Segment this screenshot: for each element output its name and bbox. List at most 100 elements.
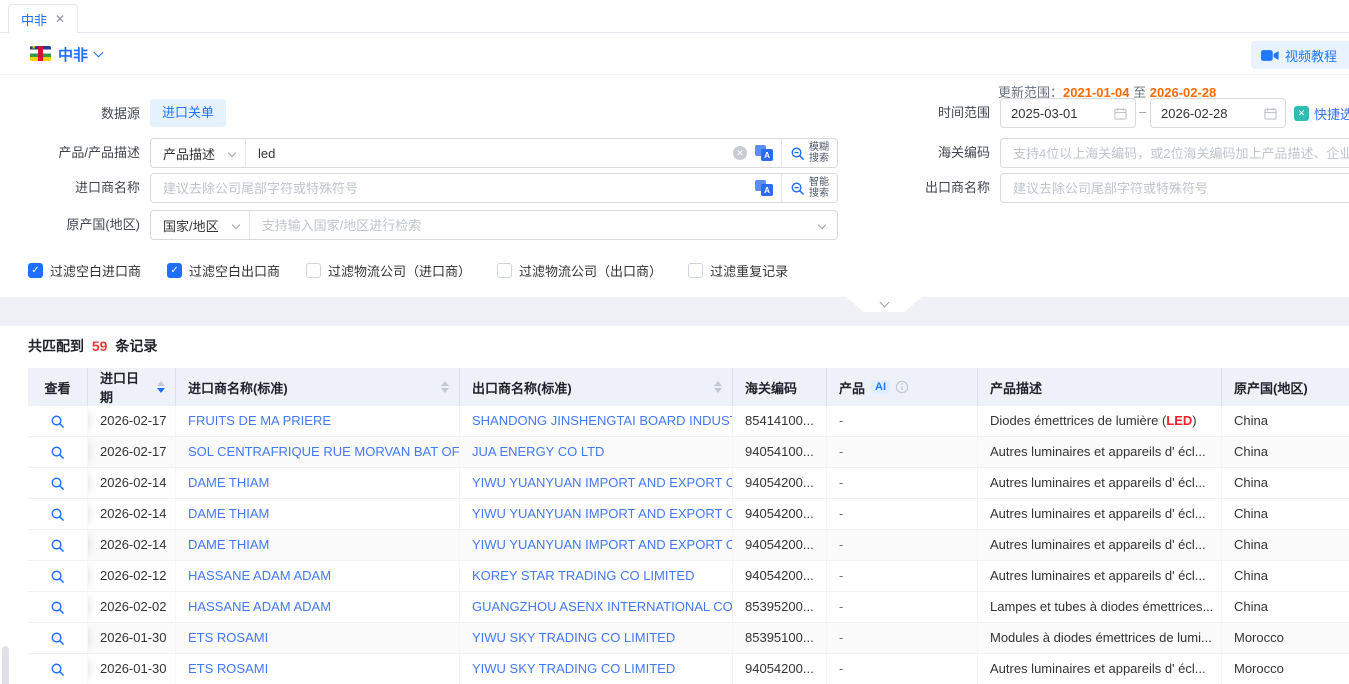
view-cell[interactable] xyxy=(28,623,88,653)
view-magnifier-icon[interactable] xyxy=(50,445,65,460)
sort-icon[interactable] xyxy=(157,381,165,393)
col-header-importer[interactable]: 进口商名称(标准) xyxy=(176,368,460,406)
translate-icon[interactable]: A xyxy=(755,180,773,196)
exporter-link[interactable]: YIWU YUANYUAN IMPORT AND EXPORT C... xyxy=(460,530,733,560)
country-selector-label[interactable]: 中非 xyxy=(58,44,88,65)
view-cell[interactable] xyxy=(28,530,88,560)
results-summary: 共匹配到 59 条记录 xyxy=(28,336,157,356)
view-cell[interactable] xyxy=(28,561,88,591)
importer-link[interactable]: HASSANE ADAM ADAM xyxy=(176,561,460,591)
hs-code-label: 海关编码 xyxy=(850,138,990,168)
importer-link[interactable]: ETS ROSAMI xyxy=(176,654,460,684)
sort-icon[interactable] xyxy=(714,381,722,393)
desc-text: Autres luminaires et appareils d' écl... xyxy=(990,444,1206,459)
exporter-link[interactable]: YIWU YUANYUAN IMPORT AND EXPORT C... xyxy=(460,468,733,498)
time-range-end-value: 2026-02-28 xyxy=(1161,106,1258,121)
view-cell[interactable] xyxy=(28,437,88,467)
vertical-scrollbar[interactable] xyxy=(2,646,9,684)
col-header-import-date[interactable]: 进口日期 xyxy=(88,368,176,406)
origin-country-label: 原产国(地区) xyxy=(0,210,140,240)
exporter-link[interactable]: SHANDONG JINSHENGTAI BOARD INDUST... xyxy=(460,406,733,436)
view-magnifier-icon[interactable] xyxy=(50,507,65,522)
filter-checkbox-3[interactable]: 过滤物流公司（出口商） xyxy=(497,261,662,280)
sort-icon[interactable] xyxy=(441,381,449,393)
product-desc-cell: Lampes et tubes à diodes émettrices... xyxy=(978,592,1222,622)
exporter-link[interactable]: YIWU YUANYUAN IMPORT AND EXPORT C... xyxy=(460,499,733,529)
product-search-input[interactable] xyxy=(246,146,733,161)
importer-link[interactable]: DAME THIAM xyxy=(176,468,460,498)
origin-type-select[interactable]: 国家/地区 xyxy=(151,211,250,239)
data-source-chip-import-declarations[interactable]: 进口关单 xyxy=(150,99,226,127)
exporter-link[interactable]: JUA ENERGY CO LTD xyxy=(460,437,733,467)
desc-text: Modules à diodes émettrices de lumi... xyxy=(990,630,1212,645)
view-cell[interactable] xyxy=(28,499,88,529)
col-header-view: 查看 xyxy=(28,368,88,406)
table-row: 2026-02-17SOL CENTRAFRIQUE RUE MORVAN BA… xyxy=(28,437,1349,468)
view-magnifier-icon[interactable] xyxy=(50,476,65,491)
importer-link[interactable]: FRUITS DE MA PRIERE xyxy=(176,406,460,436)
table-row: 2026-02-12HASSANE ADAM ADAMKOREY STAR TR… xyxy=(28,561,1349,592)
view-cell[interactable] xyxy=(28,654,88,684)
filter-checkbox-2[interactable]: 过滤物流公司（进口商） xyxy=(306,261,471,280)
checkbox-unchecked-icon xyxy=(688,263,703,278)
exporter-input-group xyxy=(1000,173,1349,203)
table-row: 2026-02-14DAME THIAMYIWU YUANYUAN IMPORT… xyxy=(28,530,1349,561)
date-range-separator: – xyxy=(1139,104,1146,119)
importer-name-label: 进口商名称 xyxy=(0,173,140,203)
importer-link[interactable]: ETS ROSAMI xyxy=(176,623,460,653)
product-type-select[interactable]: 产品描述 xyxy=(151,139,246,167)
tab-zhongfei[interactable]: 中非 ✕ xyxy=(8,4,78,33)
exporter-link[interactable]: YIWU SKY TRADING CO LIMITED xyxy=(460,654,733,684)
origin-cell: Morocco xyxy=(1222,654,1349,684)
import-date-cell: 2026-02-14 xyxy=(88,499,176,529)
results-table: 查看 进口日期 进口商名称(标准) 出口商名称(标准) 海关编码 产品 AI xyxy=(28,368,1349,684)
importer-link[interactable]: SOL CENTRAFRIQUE RUE MORVAN BAT OF... xyxy=(176,437,460,467)
time-range-end-input[interactable]: 2026-02-28 xyxy=(1150,98,1286,128)
origin-country-input[interactable] xyxy=(250,218,815,233)
view-magnifier-icon[interactable] xyxy=(50,538,65,553)
col-header-hs-code: 海关编码 xyxy=(733,368,827,406)
desc-text: ) xyxy=(1192,413,1196,428)
checkbox-unchecked-icon xyxy=(306,263,321,278)
importer-link[interactable]: DAME THIAM xyxy=(176,530,460,560)
view-cell[interactable] xyxy=(28,406,88,436)
importer-name-input[interactable] xyxy=(151,181,755,196)
exporter-link[interactable]: GUANGZHOU ASENX INTERNATIONAL CO ... xyxy=(460,592,733,622)
table-row: 2026-02-02HASSANE ADAM ADAMGUANGZHOU ASE… xyxy=(28,592,1349,623)
chevron-down-icon[interactable] xyxy=(94,48,104,58)
translate-icon[interactable]: A xyxy=(755,145,773,161)
importer-link[interactable]: HASSANE ADAM ADAM xyxy=(176,592,460,622)
product-cell: - xyxy=(827,561,978,591)
exporter-link[interactable]: KOREY STAR TRADING CO LIMITED xyxy=(460,561,733,591)
view-magnifier-icon[interactable] xyxy=(50,569,65,584)
filter-checkbox-0[interactable]: ✓过滤空白进口商 xyxy=(28,261,141,280)
quick-select-button[interactable]: ✕ 快捷选择 xyxy=(1294,104,1349,123)
fuzzy-search-button[interactable]: 模糊搜索 xyxy=(781,139,837,167)
results-count: 59 xyxy=(88,338,112,354)
data-source-label: 数据源 xyxy=(0,99,140,129)
product-desc-cell: Autres luminaires et appareils d' écl... xyxy=(978,468,1222,498)
clear-input-icon[interactable]: ✕ xyxy=(733,146,747,160)
exporter-name-input[interactable] xyxy=(1001,181,1349,196)
desc-text: Lampes et tubes à diodes émettrices... xyxy=(990,599,1213,614)
view-cell[interactable] xyxy=(28,592,88,622)
importer-link[interactable]: DAME THIAM xyxy=(176,499,460,529)
view-magnifier-icon[interactable] xyxy=(50,631,65,646)
view-magnifier-icon[interactable] xyxy=(50,600,65,615)
video-tutorial-button[interactable]: 视频教程 xyxy=(1251,41,1349,69)
smart-search-button[interactable]: 智能搜索 xyxy=(781,174,837,202)
exporter-name-label: 出口商名称 xyxy=(850,173,990,203)
view-magnifier-icon[interactable] xyxy=(50,662,65,677)
product-desc-cell: Autres luminaires et appareils d' écl... xyxy=(978,654,1222,684)
filter-checkbox-4[interactable]: 过滤重复记录 xyxy=(688,261,788,280)
time-range-start-input[interactable]: 2025-03-01 xyxy=(1000,98,1136,128)
view-cell[interactable] xyxy=(28,468,88,498)
hs-code-input[interactable] xyxy=(1001,146,1349,161)
info-icon[interactable] xyxy=(895,380,909,394)
col-header-exporter[interactable]: 出口商名称(标准) xyxy=(460,368,733,406)
close-icon[interactable]: ✕ xyxy=(55,13,65,25)
exporter-link[interactable]: YIWU SKY TRADING CO LIMITED xyxy=(460,623,733,653)
filter-checkbox-1[interactable]: ✓过滤空白出口商 xyxy=(167,261,280,280)
view-magnifier-icon[interactable] xyxy=(50,414,65,429)
page-header: ★ 中非 视频教程 xyxy=(0,33,1349,75)
